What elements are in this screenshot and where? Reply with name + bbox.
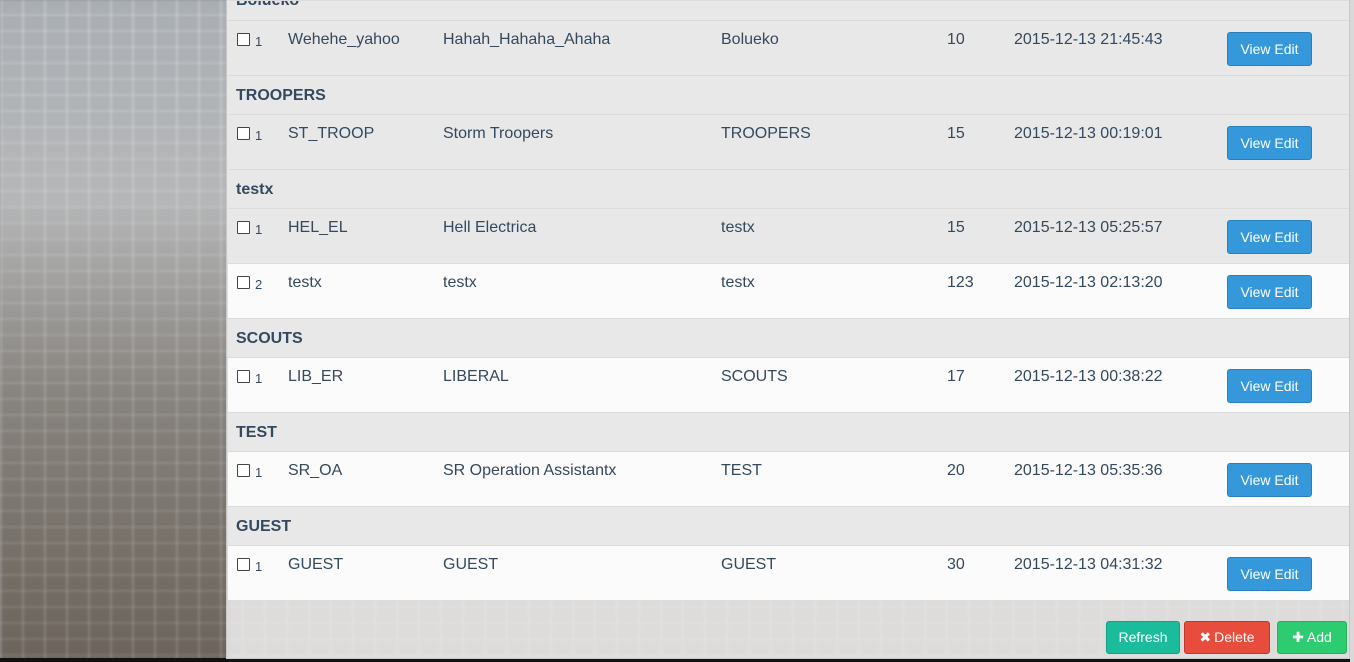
row-date: 2015-12-13 02:13:20 <box>1014 274 1163 291</box>
delete-button[interactable]: ✖ Delete <box>1184 621 1270 654</box>
group-header: testx <box>228 169 1349 208</box>
row-number: 20 <box>947 462 965 479</box>
view-edit-button[interactable]: View Edit <box>1227 220 1312 254</box>
group-header: TEST <box>228 412 1349 451</box>
row-group: GUEST <box>721 556 777 573</box>
row-index: 1 <box>255 465 263 480</box>
table-row: 1 ST_TROOP Storm Troopers TROOPERS 15 20… <box>228 114 1349 169</box>
row-checkbox[interactable] <box>237 558 250 571</box>
row-number: 15 <box>947 125 965 142</box>
row-code: ST_TROOP <box>288 125 375 142</box>
row-date: 2015-12-13 00:19:01 <box>1014 125 1163 142</box>
x-icon: ✖ <box>1199 629 1212 645</box>
row-name: GUEST <box>443 556 499 573</box>
table-row: 2 testx testx testx 123 2015-12-13 02:13… <box>228 263 1349 318</box>
row-number: 10 <box>947 31 965 48</box>
row-index: 1 <box>255 559 263 574</box>
row-checkbox[interactable] <box>237 464 250 477</box>
row-date: 2015-12-13 05:35:36 <box>1014 462 1163 479</box>
row-name: Hahah_Hahaha_Ahaha <box>443 31 611 48</box>
group-header: Bolueko <box>228 0 1349 20</box>
row-index: 2 <box>255 277 263 292</box>
group-header: TROOPERS <box>228 75 1349 114</box>
view-edit-button[interactable]: View Edit <box>1227 126 1312 160</box>
data-table: Bolueko 1 Wehehe_yahoo Hahah_Hahaha_Ahah… <box>228 0 1349 600</box>
row-date: 2015-12-13 04:31:32 <box>1014 556 1163 573</box>
row-code: LIB_ER <box>288 368 344 385</box>
add-button[interactable]: ✚ Add <box>1277 621 1347 654</box>
row-group: Bolueko <box>721 31 779 48</box>
content-panel: Bolueko 1 Wehehe_yahoo Hahah_Hahaha_Ahah… <box>226 0 1350 659</box>
row-name: Storm Troopers <box>443 125 554 142</box>
plus-icon: ✚ <box>1292 629 1304 645</box>
row-name: LIBERAL <box>443 368 509 385</box>
row-code: SR_OA <box>288 462 343 479</box>
row-index: 1 <box>255 222 263 237</box>
view-edit-button[interactable]: View Edit <box>1227 463 1312 497</box>
row-date: 2015-12-13 00:38:22 <box>1014 368 1163 385</box>
refresh-button[interactable]: Refresh <box>1106 621 1180 654</box>
scrollbar[interactable] <box>1350 0 1354 662</box>
row-index: 1 <box>255 128 263 143</box>
view-edit-button[interactable]: View Edit <box>1227 557 1312 591</box>
row-group: testx <box>721 219 755 236</box>
row-number: 30 <box>947 556 965 573</box>
row-index: 1 <box>255 34 263 49</box>
row-checkbox[interactable] <box>237 370 250 383</box>
row-code: HEL_EL <box>288 219 348 236</box>
row-number: 17 <box>947 368 965 385</box>
view-edit-button[interactable]: View Edit <box>1227 32 1312 66</box>
row-checkbox[interactable] <box>237 33 250 46</box>
group-header: GUEST <box>228 506 1349 545</box>
row-name: Hell Electrica <box>443 219 537 236</box>
refresh-label: Refresh <box>1118 629 1168 645</box>
group-header: SCOUTS <box>228 318 1349 357</box>
row-name: testx <box>443 274 477 291</box>
table-row: 1 GUEST GUEST GUEST 30 2015-12-13 04:31:… <box>228 545 1349 600</box>
row-checkbox[interactable] <box>237 127 250 140</box>
row-index: 1 <box>255 371 263 386</box>
view-edit-button[interactable]: View Edit <box>1227 369 1312 403</box>
add-label: Add <box>1306 629 1332 645</box>
row-number: 15 <box>947 219 965 236</box>
row-checkbox[interactable] <box>237 221 250 234</box>
row-group: TROOPERS <box>721 125 811 142</box>
row-date: 2015-12-13 21:45:43 <box>1014 31 1163 48</box>
row-date: 2015-12-13 05:25:57 <box>1014 219 1163 236</box>
row-number: 123 <box>947 274 974 291</box>
row-name: SR Operation Assistantx <box>443 462 617 479</box>
delete-label: Delete <box>1214 629 1255 645</box>
row-group: testx <box>721 274 755 291</box>
table-row: 1 HEL_EL Hell Electrica testx 15 2015-12… <box>228 208 1349 263</box>
view-edit-button[interactable]: View Edit <box>1227 275 1312 309</box>
row-group: TEST <box>721 462 762 479</box>
table-row: 1 SR_OA SR Operation Assistantx TEST 20 … <box>228 451 1349 506</box>
row-group: SCOUTS <box>721 368 788 385</box>
row-code: testx <box>288 274 322 291</box>
table-row: 1 LIB_ER LIBERAL SCOUTS 17 2015-12-13 00… <box>228 357 1349 412</box>
row-code: GUEST <box>288 556 344 573</box>
row-checkbox[interactable] <box>237 276 250 289</box>
row-code: Wehehe_yahoo <box>288 31 400 48</box>
table-row: 1 Wehehe_yahoo Hahah_Hahaha_Ahaha Boluek… <box>228 20 1349 75</box>
